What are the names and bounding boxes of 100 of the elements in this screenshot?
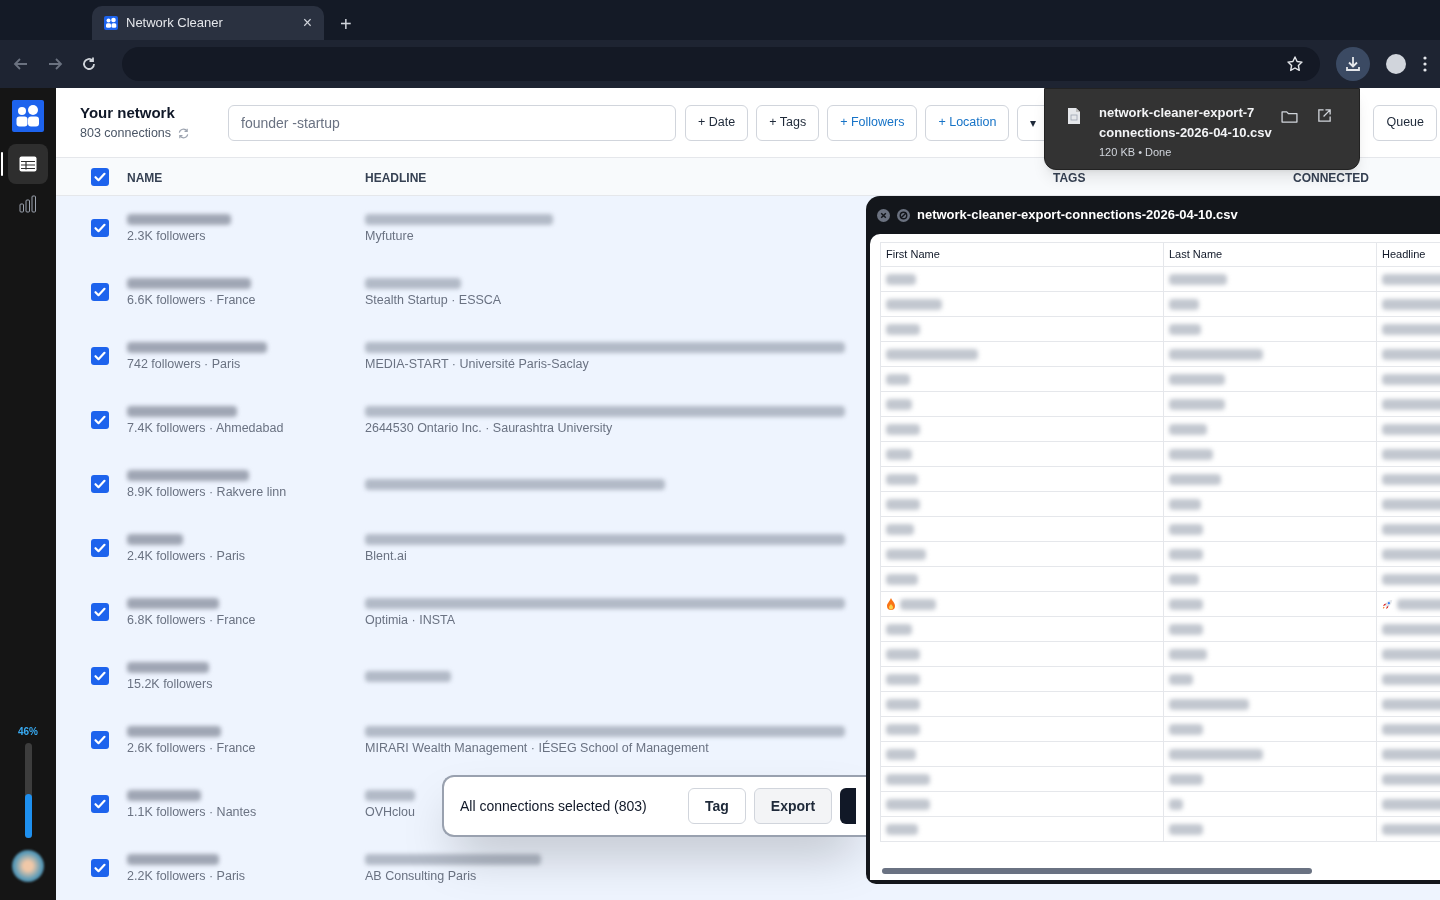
blurred-text-bar bbox=[365, 789, 415, 801]
follower-info: 1.1K followers · Nantes bbox=[127, 805, 258, 819]
blurred-text-bar bbox=[1382, 348, 1440, 360]
blurred-text-bar bbox=[886, 398, 912, 410]
new-tab-button[interactable]: + bbox=[340, 14, 352, 34]
blurred-text-bar bbox=[886, 373, 910, 385]
checkbox[interactable] bbox=[91, 539, 109, 557]
checkbox[interactable] bbox=[91, 347, 109, 365]
column-header: TAGS bbox=[1053, 170, 1086, 185]
blurred-text-bar bbox=[1169, 423, 1207, 435]
reload-icon[interactable] bbox=[80, 55, 98, 73]
checkbox[interactable] bbox=[91, 411, 109, 429]
blurred-text-bar bbox=[886, 748, 916, 760]
blurred-text-bar bbox=[886, 548, 926, 560]
blurred-text-bar bbox=[1382, 748, 1440, 760]
blurred-text-bar bbox=[1382, 448, 1440, 460]
blurred-text-bar bbox=[886, 498, 920, 510]
blurred-text-bar bbox=[1382, 323, 1440, 335]
action-button[interactable]: Export bbox=[753, 788, 833, 824]
column-header: CONNECTED bbox=[1293, 170, 1369, 185]
flame-icon[interactable] bbox=[886, 598, 896, 610]
blurred-text-bar bbox=[1169, 448, 1213, 460]
rocket-icon[interactable] bbox=[1382, 598, 1393, 610]
blurred-text-bar bbox=[1169, 648, 1207, 660]
download-icon bbox=[1344, 55, 1362, 73]
follower-info: 6.6K followers · France bbox=[127, 293, 257, 307]
follower-info: 2.3K followers bbox=[127, 229, 207, 243]
blurred-text-bar bbox=[886, 823, 918, 835]
checkbox[interactable] bbox=[91, 219, 109, 237]
filter-button[interactable]: + Followers bbox=[827, 104, 918, 141]
csv-column-header: Last Name bbox=[1169, 247, 1223, 263]
blurred-text-bar bbox=[1382, 373, 1440, 385]
browser-tab[interactable]: Network Cleaner × bbox=[92, 6, 324, 40]
blurred-text-bar bbox=[1169, 823, 1203, 835]
blurred-text-bar bbox=[886, 448, 912, 460]
download-filename: connections-2026-04-10.csv bbox=[1099, 124, 1273, 142]
blurred-text-bar bbox=[1382, 573, 1440, 585]
blurred-text-bar bbox=[1382, 648, 1440, 660]
blurred-text-bar bbox=[1169, 573, 1199, 585]
filter-button[interactable]: + Date bbox=[685, 104, 749, 141]
user-avatar[interactable] bbox=[12, 850, 44, 882]
blurred-text-bar bbox=[1382, 548, 1440, 560]
blurred-text-bar bbox=[1169, 623, 1203, 635]
blurred-text-bar bbox=[1382, 773, 1440, 785]
close-icon[interactable] bbox=[877, 208, 890, 222]
filter-button[interactable]: + Tags bbox=[756, 104, 820, 141]
page-title: Your network bbox=[80, 102, 176, 123]
open-external-icon[interactable] bbox=[1317, 108, 1332, 123]
block-icon[interactable] bbox=[897, 208, 910, 222]
bar-chart-icon bbox=[19, 195, 37, 213]
app-logo-icon bbox=[12, 100, 44, 132]
horizontal-scrollbar[interactable] bbox=[882, 868, 1312, 874]
checkbox[interactable] bbox=[91, 475, 109, 493]
checkbox[interactable] bbox=[91, 667, 109, 685]
app-logo-icon bbox=[104, 16, 118, 30]
checkbox[interactable] bbox=[91, 603, 109, 621]
company-info: Myfuture bbox=[365, 229, 415, 243]
blurred-text-bar bbox=[886, 673, 920, 685]
primary-action-button[interactable] bbox=[840, 788, 857, 824]
blurred-text-bar bbox=[886, 273, 916, 285]
blurred-text-bar bbox=[1169, 273, 1227, 285]
follower-info: 6.8K followers · France bbox=[127, 613, 257, 627]
checkbox[interactable] bbox=[91, 731, 109, 749]
blurred-text-bar bbox=[886, 723, 920, 735]
checkbox[interactable] bbox=[91, 795, 109, 813]
blurred-text-bar bbox=[1382, 698, 1440, 710]
blurred-text-bar bbox=[1169, 598, 1203, 610]
blurred-text-bar bbox=[886, 773, 930, 785]
queue-button[interactable]: Queue bbox=[1373, 104, 1437, 141]
follower-info: 2.2K followers · Paris bbox=[127, 869, 247, 883]
close-tab-button[interactable]: × bbox=[302, 15, 312, 31]
download-button[interactable] bbox=[1336, 47, 1370, 81]
profile-avatar[interactable] bbox=[1386, 54, 1406, 74]
blurred-text-bar bbox=[886, 648, 920, 660]
blurred-text-bar bbox=[1382, 473, 1440, 485]
company-info: Optimia · INSTA bbox=[365, 613, 457, 627]
blurred-text-bar bbox=[1382, 798, 1440, 810]
checkbox[interactable] bbox=[91, 283, 109, 301]
blurred-text-bar bbox=[1169, 373, 1225, 385]
action-button[interactable]: Tag bbox=[688, 788, 746, 824]
filter-button[interactable]: + Location bbox=[925, 104, 1010, 141]
blurred-text-bar bbox=[1382, 498, 1440, 510]
blurred-text-bar bbox=[886, 523, 914, 535]
menu-icon[interactable] bbox=[1422, 55, 1428, 73]
blurred-text-bar bbox=[1382, 273, 1440, 285]
blurred-text-bar bbox=[1169, 523, 1203, 535]
blurred-text-bar bbox=[886, 473, 918, 485]
star-icon[interactable] bbox=[1286, 55, 1304, 73]
blurred-text-bar bbox=[1382, 398, 1440, 410]
blurred-text-bar bbox=[1382, 823, 1440, 835]
checkbox[interactable] bbox=[91, 167, 109, 186]
sidebar-nav-item[interactable] bbox=[8, 144, 48, 184]
search-field[interactable]: founder -startup bbox=[228, 104, 676, 141]
checkbox[interactable] bbox=[91, 859, 109, 877]
folder-icon[interactable] bbox=[1281, 110, 1298, 123]
blurred-text-bar bbox=[1382, 298, 1440, 310]
blurred-text-bar bbox=[1382, 673, 1440, 685]
connection-count: 803 connections bbox=[80, 125, 172, 143]
blurred-text-bar bbox=[1382, 523, 1440, 535]
file-icon[interactable] bbox=[1067, 107, 1081, 125]
